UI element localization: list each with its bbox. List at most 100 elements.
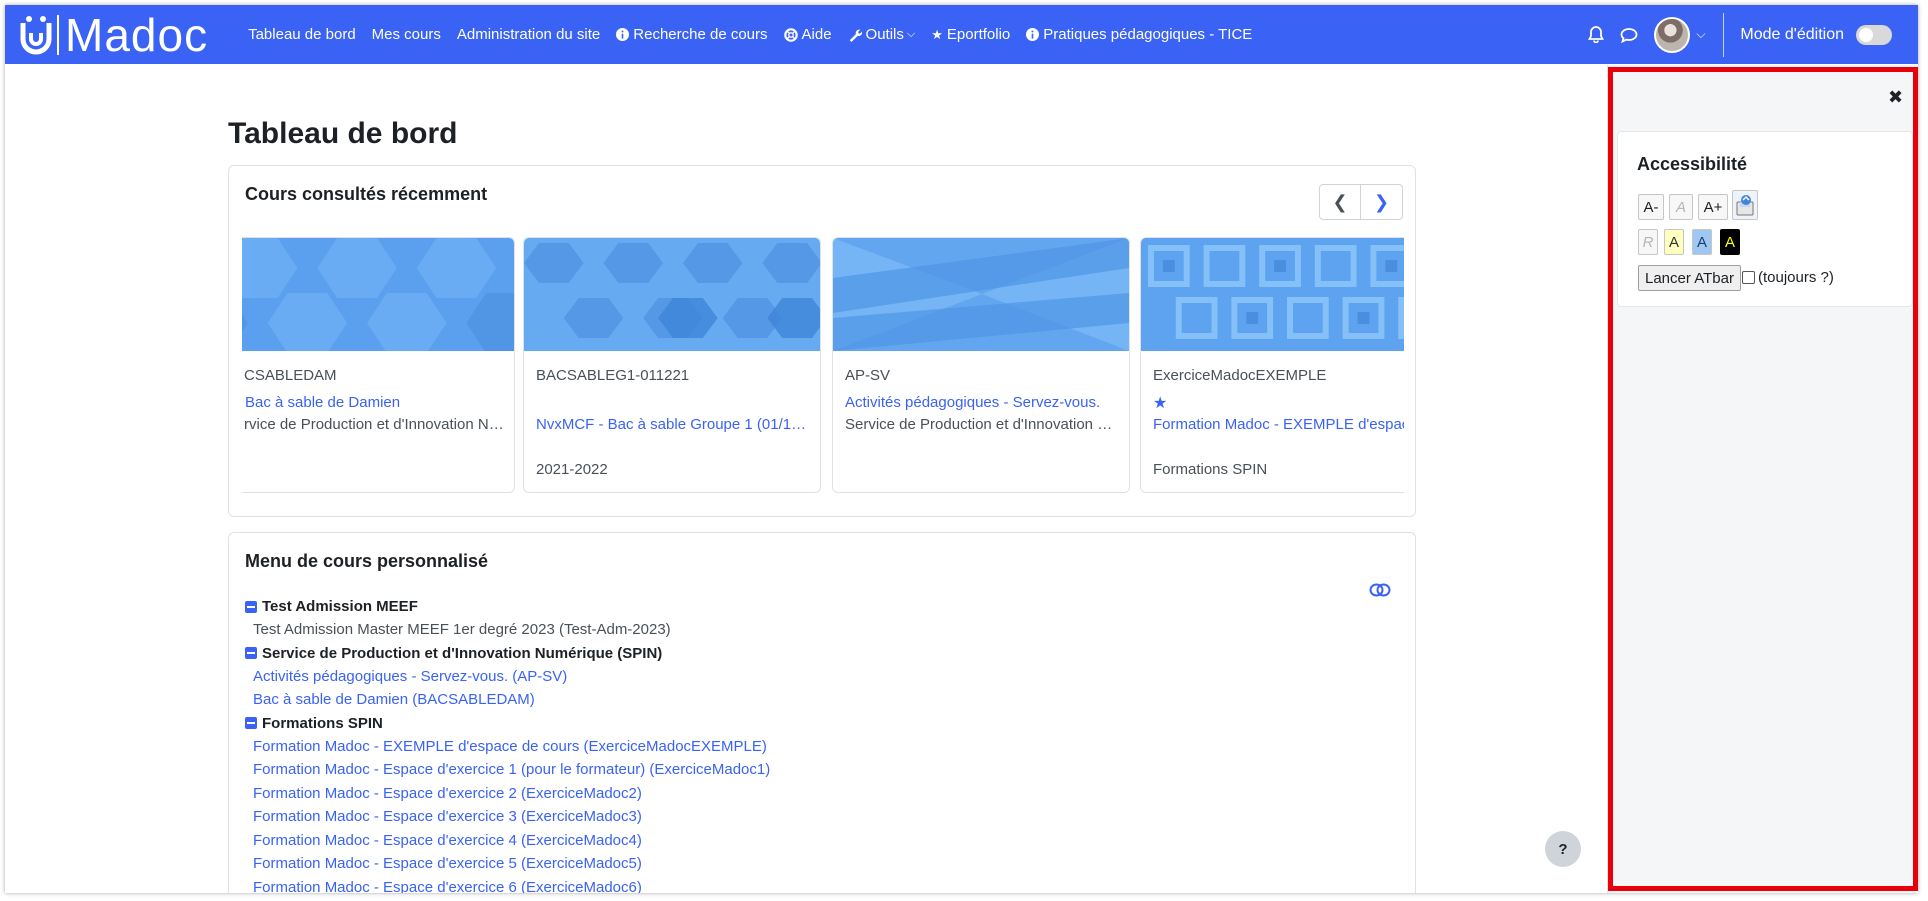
color-reset-button[interactable]: R [1638, 229, 1658, 255]
font-increase-button[interactable]: A+ [1698, 194, 1728, 220]
close-drawer-icon[interactable]: ✖ [1888, 87, 1903, 108]
navbar-divider [1723, 12, 1725, 57]
user-avatar[interactable] [1654, 16, 1691, 53]
app-window: Madoc Tableau de bord Mes cours Administ… [5, 5, 1918, 893]
course-category: Service de Production et d'Innovation Nu… [845, 416, 1121, 433]
help-button[interactable]: ? [1545, 831, 1581, 867]
info-circle-icon [616, 28, 630, 41]
brand-name: Madoc [65, 8, 209, 61]
menu-item-link[interactable]: Formation Madoc - Espace d'exercice 6 (E… [253, 876, 1345, 894]
save-settings-icon [1736, 195, 1754, 216]
menu-group-title: Formations SPIN [262, 714, 383, 732]
menu-item-link[interactable]: Formation Madoc - Espace d'exercice 3 (E… [253, 805, 1345, 829]
chat-bubble-icon[interactable] [1620, 27, 1638, 43]
course-image [833, 238, 1129, 351]
info-circle-icon [1026, 28, 1040, 41]
nav-tableau-de-bord[interactable]: Tableau de bord [248, 26, 356, 43]
star-icon: ★ [931, 26, 943, 42]
course-shortname: AP-SV [845, 367, 891, 384]
menu-item: Test Admission Master MEEF 1er degré 202… [253, 621, 671, 638]
menu-item-link[interactable]: Bac à sable de Damien (BACSABLEDAM) [253, 688, 1345, 712]
madoc-logo-icon [20, 15, 52, 54]
course-shortname: CSABLEDAM [244, 367, 337, 384]
course-card[interactable]: AP-SV Activités pédagogiques - Servez-vo… [832, 237, 1130, 493]
color-yellow-button[interactable]: A [1664, 229, 1684, 255]
course-card[interactable]: BACSABLEG1-011221 NvxMCF - Bac à sable G… [523, 237, 821, 493]
nav-label: Mes cours [371, 26, 441, 43]
course-category: 2021-2022 [536, 461, 608, 478]
launch-atbar-button[interactable]: Lancer ATbar [1638, 265, 1741, 291]
nav-label: Recherche de cours [633, 26, 768, 43]
nav-label: Tableau de bord [248, 26, 356, 43]
save-settings-button[interactable] [1732, 190, 1758, 220]
bell-icon[interactable] [1588, 26, 1605, 43]
menu-group[interactable]: Service de Production et d'Innovation Nu… [245, 642, 1345, 665]
font-decrease-button[interactable]: A- [1638, 194, 1664, 220]
always-checkbox[interactable] [1742, 271, 1755, 284]
menu-group-title: Test Admission MEEF [262, 598, 418, 615]
custom-course-menu-block: Menu de cours personnalisé Test Admissio… [228, 532, 1416, 893]
course-image [242, 238, 514, 353]
menu-item-link[interactable]: Activités pédagogiques - Servez-vous. (A… [253, 665, 1345, 689]
menu-item-link[interactable]: Formation Madoc - Espace d'exercice 4 (E… [253, 829, 1345, 853]
course-shortname: BACSABLEG1-011221 [536, 367, 690, 384]
collapse-minus-icon[interactable] [245, 647, 257, 659]
carousel-next-button[interactable]: ❯ [1361, 184, 1403, 220]
nav-outils-dropdown[interactable]: Outils ⌵ [848, 26, 916, 43]
link-toggle-icon[interactable] [1369, 583, 1391, 597]
nav-administration[interactable]: Administration du site [457, 26, 600, 43]
menu-item-link[interactable]: Formation Madoc - EXEMPLE d'espace de co… [253, 735, 1345, 759]
nav-pratiques-pedagogiques[interactable]: Pratiques pédagogiques - TICE [1026, 26, 1252, 43]
accessibility-block: Accessibilité A- A A+ R A A A Lancer ATb… [1617, 131, 1913, 307]
nav-eportfolio[interactable]: ★ Eportfolio [931, 26, 1010, 43]
recent-courses-block: Cours consultés récemment ❮ ❯ CSABLEDAM … [228, 165, 1416, 517]
life-ring-icon [783, 27, 798, 42]
menu-item-link[interactable]: Formation Madoc - Espace d'exercice 1 (p… [253, 758, 1345, 782]
course-category: Formations SPIN [1153, 461, 1268, 478]
custom-menu-title: Menu de cours personnalisé [245, 551, 489, 571]
course-card[interactable]: CSABLEDAM Bac à sable de Damien rvice de… [242, 237, 515, 493]
brand-logo[interactable]: Madoc [19, 5, 208, 64]
menu-group[interactable]: Formations SPIN [245, 712, 1345, 735]
course-fullname-link[interactable]: Bac à sable de Damien [245, 394, 506, 411]
recent-courses-title: Cours consultés récemment [245, 184, 488, 204]
menu-item-link[interactable]: Formation Madoc - Espace d'exercice 2 (E… [253, 782, 1345, 806]
menu-group[interactable]: Test Admission MEEF [245, 595, 1345, 618]
nav-recherche-de-cours[interactable]: Recherche de cours [616, 26, 768, 43]
font-reset-button[interactable]: A [1669, 194, 1693, 220]
course-category: rvice de Production et d'Innovation Nu..… [244, 416, 506, 433]
top-navbar: Madoc Tableau de bord Mes cours Administ… [5, 5, 1918, 64]
chevron-left-icon: ❮ [1332, 191, 1348, 212]
color-blue-button[interactable]: A [1692, 229, 1712, 255]
course-fullname-link[interactable]: Activités pédagogiques - Servez-vous. [845, 394, 1121, 411]
chevron-down-icon: ⌵ [906, 28, 916, 40]
nav-label: Eportfolio [946, 26, 1011, 43]
nav-mes-cours[interactable]: Mes cours [372, 26, 441, 43]
wrench-icon [849, 29, 862, 42]
page-title: Tableau de bord [228, 117, 458, 150]
accessibility-title: Accessibilité [1637, 154, 1748, 174]
carousel-prev-button[interactable]: ❮ [1319, 184, 1361, 220]
edit-mode-label: Mode d'édition [1740, 25, 1844, 43]
edit-mode-toggle[interactable] [1856, 24, 1892, 45]
nav-label: Outils [865, 26, 904, 43]
chevron-down-icon[interactable]: ⌵ [1696, 27, 1705, 42]
nav-aide[interactable]: Aide [783, 26, 832, 43]
menu-group-title: Service de Production et d'Innovation Nu… [262, 644, 663, 662]
always-label: (toujours ?) [1758, 269, 1834, 286]
nav-label: Administration du site [456, 26, 601, 43]
recent-courses-carousel: CSABLEDAM Bac à sable de Damien rvice de… [242, 237, 1404, 493]
primary-navigation: Tableau de bord Mes cours Administration… [248, 26, 1268, 43]
custom-course-menu-list: Test Admission MEEF Test Admission Maste… [245, 595, 1345, 893]
navbar-right: ⌵ Mode d'édition [1588, 5, 1918, 64]
course-fullname-link[interactable]: NvxMCF - Bac à sable Groupe 1 (01/12/2..… [536, 416, 812, 433]
always-option[interactable]: (toujours ?) [1742, 269, 1834, 286]
color-black-button[interactable]: A [1720, 229, 1740, 255]
collapse-minus-icon[interactable] [245, 600, 257, 613]
carousel-controls: ❮ ❯ [1319, 184, 1403, 220]
menu-item-link[interactable]: Formation Madoc - Espace d'exercice 5 (E… [253, 852, 1345, 876]
course-card[interactable]: ExerciceMadocEXEMPLE ★ Formation Madoc -… [1140, 237, 1404, 493]
brand-separator [57, 14, 59, 55]
collapse-minus-icon[interactable] [245, 717, 257, 729]
course-fullname-link[interactable]: Formation Madoc - EXEMPLE d'espace [1153, 416, 1404, 433]
